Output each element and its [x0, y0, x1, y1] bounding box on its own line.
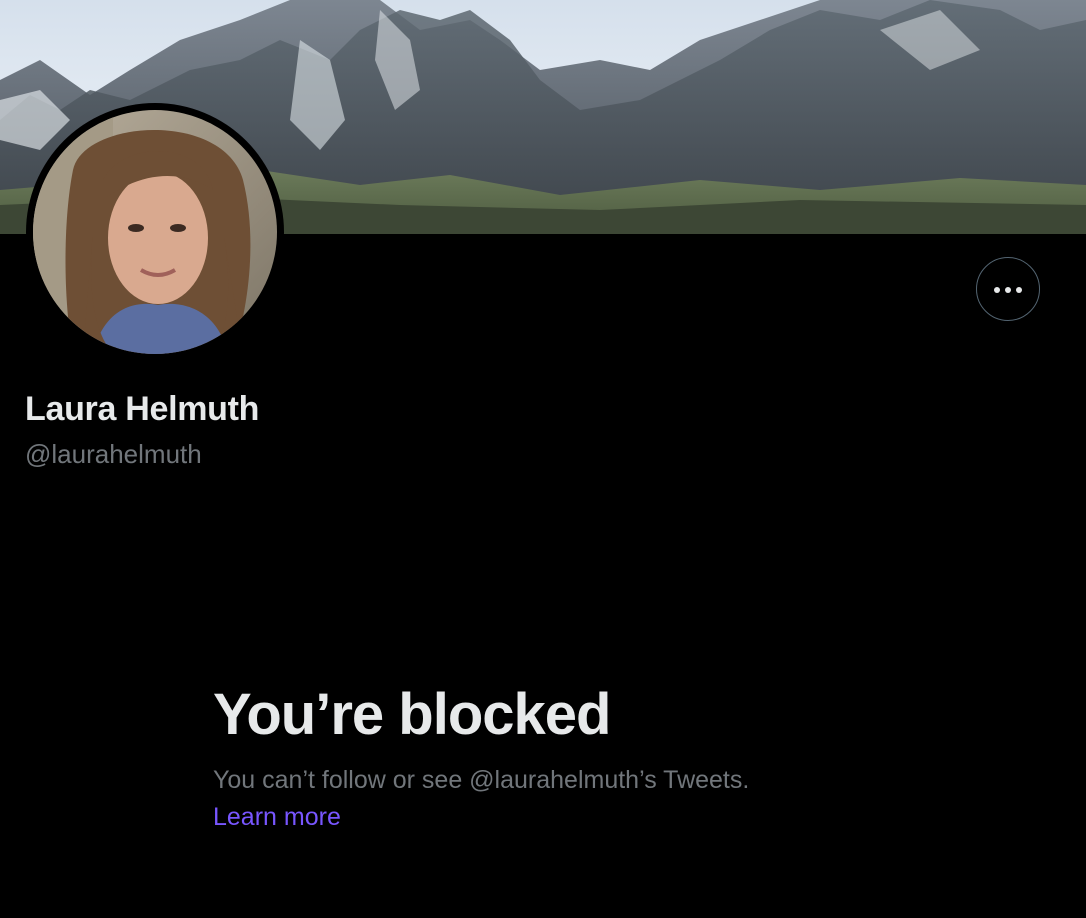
- profile-avatar[interactable]: [26, 103, 284, 361]
- blocked-title: You’re blocked: [213, 682, 611, 747]
- profile-handle: @laurahelmuth: [25, 439, 202, 469]
- profile-display-name: Laura Helmuth: [25, 390, 260, 428]
- learn-more-link[interactable]: Learn more: [213, 803, 341, 832]
- blocked-description: You can’t follow or see @laurahelmuth’s …: [213, 766, 750, 794]
- more-options-button[interactable]: [976, 257, 1040, 321]
- profile-photo-illustration: [33, 110, 277, 354]
- more-horizontal-icon: [992, 280, 1025, 298]
